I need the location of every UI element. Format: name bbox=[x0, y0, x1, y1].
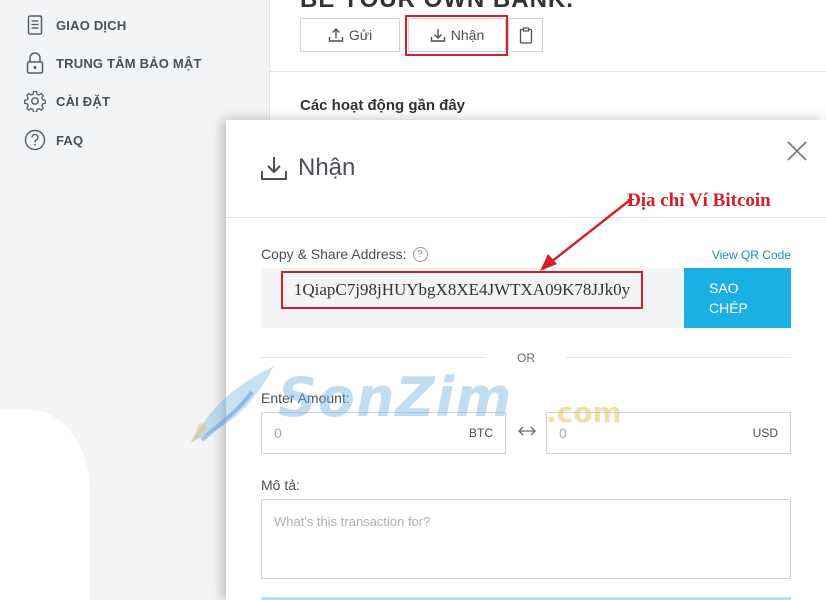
btc-unit: BTC bbox=[469, 426, 493, 440]
sidebar-item-label: CÀI ĐẶT bbox=[56, 93, 111, 109]
amount-label: Enter Amount: bbox=[261, 390, 350, 406]
send-button[interactable]: Gửi bbox=[300, 18, 400, 52]
description-textarea[interactable]: What's this transaction for? bbox=[261, 499, 791, 579]
sidebar-item-label: GIAO DỊCH bbox=[56, 17, 127, 33]
sidebar-item-label: FAQ bbox=[56, 132, 84, 148]
upload-icon bbox=[328, 27, 344, 43]
description-placeholder: What's this transaction for? bbox=[274, 514, 431, 529]
bitcoin-address[interactable]: 1QiapC7j98jHUYbgX8XE4JWTXA09K78JJk0y bbox=[281, 271, 643, 309]
or-separator: OR bbox=[517, 351, 535, 365]
divider bbox=[270, 71, 826, 72]
page-title: BE YOUR OWN BANK. bbox=[300, 0, 574, 14]
annotation-arrow bbox=[540, 199, 631, 271]
usd-unit: USD bbox=[752, 426, 778, 440]
modal-title-text: Nhận bbox=[298, 154, 356, 181]
annotation-label: Địa chỉ Ví Bitcoin bbox=[627, 190, 771, 211]
usd-amount-input[interactable]: 0 USD bbox=[546, 412, 791, 454]
gear-icon bbox=[24, 90, 46, 112]
document-icon bbox=[24, 14, 46, 36]
view-qr-code-link[interactable]: View QR Code bbox=[712, 248, 791, 262]
copy-button-line2: CHÉP bbox=[709, 300, 748, 316]
btc-amount-input[interactable]: 0 BTC bbox=[261, 412, 506, 454]
sidebar-item-security[interactable]: TRUNG TÂM BẢO MẬT bbox=[24, 51, 202, 75]
question-icon bbox=[24, 129, 46, 151]
help-icon[interactable]: ? bbox=[412, 246, 428, 262]
copy-share-label: Copy & Share Address: ? bbox=[261, 246, 428, 262]
receive-modal: Nhận Copy & Share Address: ? View QR Cod… bbox=[226, 120, 826, 600]
btc-amount-value: 0 bbox=[274, 425, 282, 441]
sidebar-item-label: TRUNG TÂM BẢO MẬT bbox=[56, 55, 202, 71]
usd-amount-value: 0 bbox=[559, 425, 567, 441]
clipboard-button[interactable] bbox=[508, 18, 543, 52]
modal-title: Nhận bbox=[260, 154, 355, 182]
lock-icon bbox=[24, 52, 46, 74]
sidebar-item-faq[interactable]: FAQ bbox=[24, 128, 83, 152]
description-label: Mô tả: bbox=[261, 477, 300, 493]
background-shape bbox=[0, 410, 90, 600]
swap-arrow-icon bbox=[517, 423, 537, 439]
sidebar-item-transactions[interactable]: GIAO DỊCH bbox=[24, 13, 126, 37]
copy-share-label-text: Copy & Share Address: bbox=[261, 246, 407, 262]
copy-button[interactable]: SAO CHÉP bbox=[684, 268, 791, 328]
highlight-box bbox=[405, 15, 508, 56]
download-icon bbox=[260, 155, 288, 181]
send-button-label: Gửi bbox=[348, 27, 373, 43]
clipboard-icon bbox=[519, 26, 533, 44]
recent-activity-title: Các hoạt động gần đây bbox=[300, 97, 466, 114]
close-icon[interactable] bbox=[786, 140, 808, 162]
sidebar-item-settings[interactable]: CÀI ĐẶT bbox=[24, 89, 110, 113]
copy-button-line1: SAO bbox=[709, 280, 739, 296]
divider bbox=[566, 357, 791, 358]
divider bbox=[261, 357, 486, 358]
